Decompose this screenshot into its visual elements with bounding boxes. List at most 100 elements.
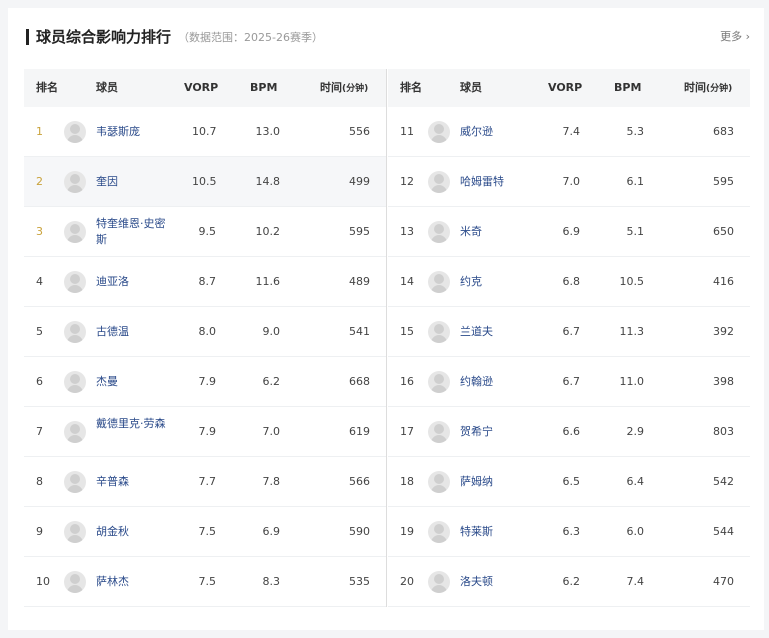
table-row[interactable]: 9 胡金秋 7.5 6.9 590 <box>24 507 386 557</box>
vorp-cell: 10.5 <box>192 175 217 188</box>
bpm-cell: 6.0 <box>626 525 645 538</box>
table-row[interactable]: 11 威尔逊 7.4 5.3 683 <box>388 107 750 157</box>
avatar <box>428 521 450 543</box>
bpm-cell: 9.0 <box>262 325 281 338</box>
table-row[interactable]: 12 哈姆雷特 7.0 6.1 595 <box>388 157 750 207</box>
avatar <box>64 121 86 143</box>
player-name-link[interactable]: 约翰逊 <box>460 357 540 406</box>
table-header: 排名 球员 VORP BPM 时间(分钟) <box>24 69 386 107</box>
table-row[interactable]: 10 萨林杰 7.5 8.3 535 <box>24 557 386 607</box>
table-row[interactable]: 8 辛普森 7.7 7.8 566 <box>24 457 386 507</box>
table-row[interactable]: 16 约翰逊 6.7 11.0 398 <box>388 357 750 407</box>
player-name-link[interactable]: 洛夫顿 <box>460 557 540 606</box>
col-time-header: 时间(分钟) <box>684 81 733 94</box>
bpm-cell: 5.3 <box>626 125 645 138</box>
avatar <box>428 571 450 593</box>
rank-cell: 17 <box>400 425 414 438</box>
minutes-cell: 668 <box>349 375 370 388</box>
minutes-cell: 416 <box>713 275 734 288</box>
avatar <box>64 321 86 343</box>
bpm-cell: 10.2 <box>255 225 281 238</box>
avatar <box>428 471 450 493</box>
player-name-link[interactable]: 辛普森 <box>96 457 176 506</box>
table-row[interactable]: 13 米奇 6.9 5.1 650 <box>388 207 750 257</box>
rank-cell: 10 <box>36 575 50 588</box>
table-row[interactable]: 6 杰曼 7.9 6.2 668 <box>24 357 386 407</box>
table-row[interactable]: 19 特莱斯 6.3 6.0 544 <box>388 507 750 557</box>
bpm-cell: 5.1 <box>626 225 645 238</box>
table-row[interactable]: 7 戴德里克·劳森 7.9 7.0 619 <box>24 407 386 457</box>
col-time-header: 时间(分钟) <box>320 81 369 94</box>
minutes-cell: 595 <box>713 175 734 188</box>
player-name-link[interactable]: 胡金秋 <box>96 507 176 556</box>
player-name-link[interactable]: 古德温 <box>96 307 176 356</box>
player-name-link[interactable]: 韦瑟斯庞 <box>96 107 176 156</box>
vorp-cell: 7.4 <box>562 125 581 138</box>
player-name-link[interactable]: 萨林杰 <box>96 557 176 606</box>
table-row[interactable]: 2 奎因 10.5 14.8 499 <box>24 157 386 207</box>
vorp-cell: 7.7 <box>198 475 217 488</box>
player-name-link[interactable]: 约克 <box>460 257 540 306</box>
player-name-link[interactable]: 米奇 <box>460 207 540 256</box>
table-row[interactable]: 15 兰道夫 6.7 11.3 392 <box>388 307 750 357</box>
minutes-cell: 544 <box>713 525 734 538</box>
player-name-link[interactable]: 贺希宁 <box>460 407 540 456</box>
minutes-cell: 556 <box>349 125 370 138</box>
table-row[interactable]: 4 迪亚洛 8.7 11.6 489 <box>24 257 386 307</box>
bpm-cell: 7.8 <box>262 475 281 488</box>
player-name-link[interactable]: 特莱斯 <box>460 507 540 556</box>
avatar <box>64 471 86 493</box>
minutes-cell: 803 <box>713 425 734 438</box>
col-rank-header: 排名 <box>36 81 58 94</box>
rank-cell: 3 <box>36 225 43 238</box>
rank-cell: 9 <box>36 525 43 538</box>
more-link[interactable]: 更多 › <box>720 28 750 46</box>
avatar <box>64 571 86 593</box>
player-name-link[interactable]: 兰道夫 <box>460 307 540 356</box>
player-name-link[interactable]: 哈姆雷特 <box>460 157 540 206</box>
table-row[interactable]: 5 古德温 8.0 9.0 541 <box>24 307 386 357</box>
title-accent-bar <box>26 29 29 45</box>
table-row[interactable]: 14 约克 6.8 10.5 416 <box>388 257 750 307</box>
player-name-link[interactable]: 迪亚洛 <box>96 257 176 306</box>
player-name-link[interactable]: 戴德里克·劳森 <box>96 416 176 432</box>
bpm-cell: 6.4 <box>626 475 645 488</box>
player-name-link[interactable]: 杰曼 <box>96 357 176 406</box>
data-range-subtitle: （数据范围：2025-26赛季） <box>178 31 323 44</box>
player-name-link[interactable]: 特奎维恩·史密斯 <box>96 216 176 248</box>
col-vorp-header: VORP <box>184 81 219 94</box>
rank-cell: 14 <box>400 275 414 288</box>
rank-cell: 5 <box>36 325 43 338</box>
rank-cell: 7 <box>36 425 43 438</box>
table-row[interactable]: 18 萨姆纳 6.5 6.4 542 <box>388 457 750 507</box>
vorp-cell: 7.5 <box>198 575 217 588</box>
col-player-header: 球员 <box>460 81 482 94</box>
minutes-cell: 590 <box>349 525 370 538</box>
table-header: 排名 球员 VORP BPM 时间(分钟) <box>388 69 750 107</box>
vorp-cell: 7.5 <box>198 525 217 538</box>
bpm-cell: 11.3 <box>619 325 645 338</box>
bpm-cell: 7.4 <box>626 575 645 588</box>
player-name-link[interactable]: 萨姆纳 <box>460 457 540 506</box>
player-name-link[interactable]: 奎因 <box>96 157 176 206</box>
minutes-cell: 499 <box>349 175 370 188</box>
player-name-link[interactable]: 威尔逊 <box>460 107 540 156</box>
minutes-cell: 683 <box>713 125 734 138</box>
minutes-cell: 650 <box>713 225 734 238</box>
minutes-cell: 392 <box>713 325 734 338</box>
table-row[interactable]: 20 洛夫顿 6.2 7.4 470 <box>388 557 750 607</box>
table-row[interactable]: 17 贺希宁 6.6 2.9 803 <box>388 407 750 457</box>
table-row[interactable]: 3 特奎维恩·史密斯 9.5 10.2 595 <box>24 207 386 257</box>
vorp-cell: 6.2 <box>562 575 581 588</box>
avatar <box>428 221 450 243</box>
vorp-cell: 7.0 <box>562 175 581 188</box>
vorp-cell: 8.0 <box>198 325 217 338</box>
vorp-cell: 6.3 <box>562 525 581 538</box>
rank-cell: 16 <box>400 375 414 388</box>
vorp-cell: 7.9 <box>198 425 217 438</box>
bpm-cell: 11.6 <box>255 275 281 288</box>
col-rank-header: 排名 <box>400 81 422 94</box>
table-row[interactable]: 1 韦瑟斯庞 10.7 13.0 556 <box>24 107 386 157</box>
minutes-cell: 470 <box>713 575 734 588</box>
rank-cell: 18 <box>400 475 414 488</box>
